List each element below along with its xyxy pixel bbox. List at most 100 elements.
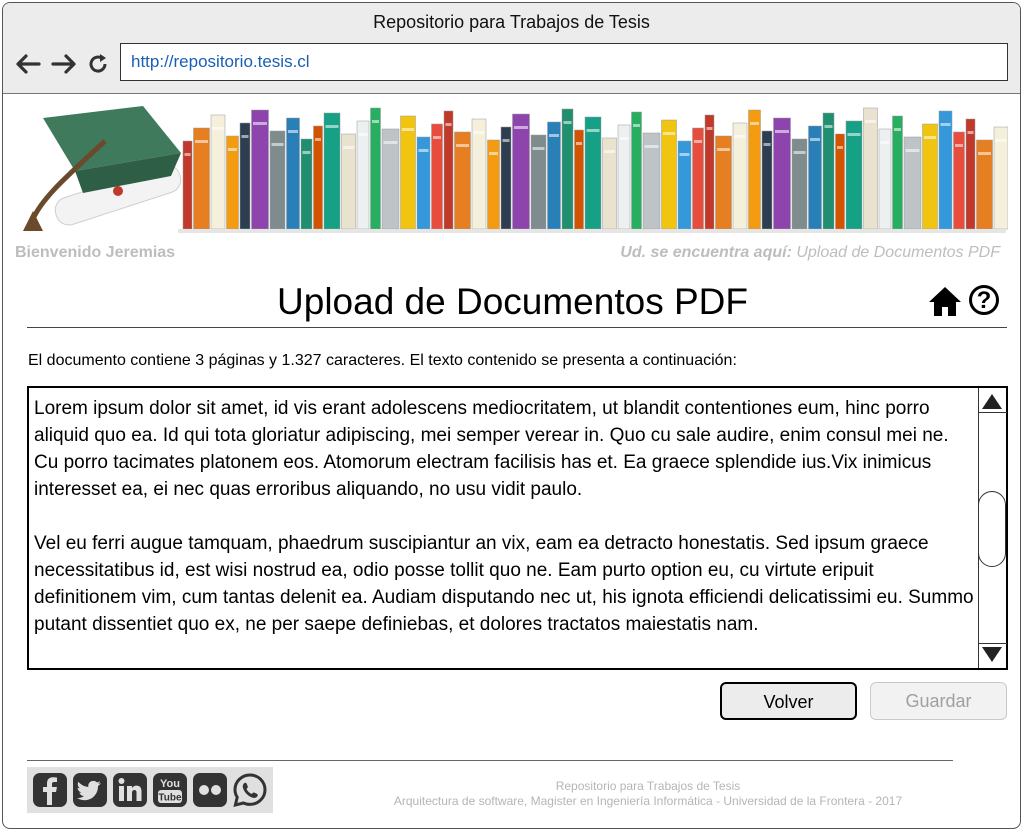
book-spine-stripe xyxy=(288,130,298,133)
book-spine-stripe xyxy=(750,122,759,125)
back-arrow-icon[interactable] xyxy=(13,48,43,80)
shelf-reflection xyxy=(178,229,1006,233)
book-spine-stripe xyxy=(679,153,690,156)
forward-arrow-icon[interactable] xyxy=(49,48,79,80)
flickr-icon[interactable] xyxy=(191,772,228,809)
book-spine xyxy=(732,122,748,230)
book-spine-stripe xyxy=(473,131,485,134)
book-spine-stripe xyxy=(880,141,890,144)
book-spine xyxy=(431,123,443,230)
back-button[interactable]: Volver xyxy=(720,682,857,720)
linkedin-icon[interactable] xyxy=(111,772,148,809)
welcome-text: Bienvenido Jeremias xyxy=(15,244,176,261)
book-spine xyxy=(892,115,903,230)
footer-text: Repositorio para Trabajos de Tesis Arqui… xyxy=(343,779,953,809)
footer-line-2: Arquitectura de software, Magister en In… xyxy=(393,794,903,808)
footer-divider xyxy=(27,760,953,761)
book-spine xyxy=(286,117,300,230)
title-divider xyxy=(27,327,1007,328)
browser-chrome: Repositorio para Trabajos de Tesis http:… xyxy=(3,3,1020,94)
book-spine xyxy=(512,113,530,230)
book-spine-stripe xyxy=(586,129,600,132)
book-spine-stripe xyxy=(663,132,675,135)
book-spine-stripe xyxy=(343,146,354,149)
scroll-up-icon[interactable] xyxy=(982,394,1002,409)
book-spine-stripe xyxy=(383,141,398,144)
book-spine xyxy=(617,124,631,230)
book-spine-stripe xyxy=(604,150,615,153)
book-spine-stripe xyxy=(563,121,572,124)
book-spine xyxy=(323,112,341,230)
book-spine xyxy=(313,125,323,230)
whatsapp-icon[interactable] xyxy=(231,772,268,809)
footer-line-1: Repositorio para Trabajos de Tesis xyxy=(555,779,741,793)
book-spine xyxy=(561,108,574,230)
book-spine xyxy=(356,120,370,230)
book-spine-stripe xyxy=(706,127,713,130)
breadcrumb-current-page[interactable]: Upload de Documentos PDF xyxy=(796,244,1000,261)
book-spine-stripe xyxy=(212,127,224,130)
youtube-icon[interactable]: You Tube xyxy=(151,772,188,809)
book-spine-stripe xyxy=(633,124,640,127)
book-spine xyxy=(863,107,878,230)
address-bar[interactable]: http://repositorio.tesis.cl xyxy=(120,43,1008,81)
book-spine xyxy=(500,126,512,230)
book-spine-stripe xyxy=(967,131,974,134)
scroll-down-icon[interactable] xyxy=(982,647,1002,662)
book-spine-stripe xyxy=(793,151,806,154)
document-text-area[interactable]: Lorem ipsum dolor sit amet, id vis erant… xyxy=(27,386,1008,670)
book-spine-stripe xyxy=(184,153,191,156)
scroll-thumb[interactable] xyxy=(978,491,1006,567)
browser-window: Repositorio para Trabajos de Tesis http:… xyxy=(2,2,1021,829)
book-spine-stripe xyxy=(810,138,820,141)
save-button[interactable]: Guardar xyxy=(870,682,1007,720)
book-spine xyxy=(692,127,704,230)
book-spine xyxy=(400,115,416,230)
book-spine xyxy=(193,127,210,230)
book-spine-stripe xyxy=(924,136,936,139)
book-spine-stripe xyxy=(358,133,368,136)
book-spine-stripe xyxy=(619,137,629,140)
reload-icon[interactable] xyxy=(83,48,113,80)
help-icon[interactable]: ? xyxy=(969,285,999,315)
book-spine-stripe xyxy=(456,144,469,147)
book-spine-stripe xyxy=(865,120,876,123)
book-spine-stripe xyxy=(894,128,901,131)
book-spine xyxy=(547,121,561,230)
vertical-scrollbar[interactable] xyxy=(978,388,1007,668)
document-text: Lorem ipsum dolor sit amet, id vis erant… xyxy=(34,395,974,665)
book-spine-stripe xyxy=(502,139,510,142)
book-spine-stripe xyxy=(228,148,237,151)
book-spine-stripe xyxy=(694,140,702,143)
book-spine-stripe xyxy=(402,128,414,131)
book-spine-stripe xyxy=(824,125,833,128)
book-spine xyxy=(938,110,953,230)
book-spine xyxy=(443,110,454,230)
book-spine-stripe xyxy=(955,144,963,147)
book-spine xyxy=(210,114,226,230)
book-spine-stripe xyxy=(905,149,920,152)
book-spine-stripe xyxy=(940,123,951,126)
page-title: Upload de Documentos PDF xyxy=(277,281,748,322)
book-spine-stripe xyxy=(325,125,339,128)
books-banner-image xyxy=(23,106,1009,233)
window-title: Repositorio para Trabajos de Tesis xyxy=(373,12,650,32)
facebook-icon[interactable] xyxy=(31,772,68,809)
book-spine xyxy=(808,125,822,230)
home-icon[interactable] xyxy=(927,285,963,322)
header-banner xyxy=(13,101,1009,238)
book-spine-stripe xyxy=(734,135,746,138)
book-spine-stripe xyxy=(514,126,528,129)
book-spine xyxy=(922,123,938,230)
books-row xyxy=(178,107,1009,233)
breadcrumb: Ud. se encuentra aquí: Upload de Documen… xyxy=(620,244,1000,262)
book-spine-stripe xyxy=(837,146,843,149)
book-spine-stripe xyxy=(978,152,991,155)
book-spine-stripe xyxy=(253,122,267,125)
twitter-icon[interactable] xyxy=(71,772,108,809)
book-spine-stripe xyxy=(847,133,861,136)
book-spine-stripe xyxy=(418,149,429,152)
book-spine xyxy=(239,122,251,230)
book-spine-stripe xyxy=(315,138,321,141)
book-spine-stripe xyxy=(717,148,730,151)
